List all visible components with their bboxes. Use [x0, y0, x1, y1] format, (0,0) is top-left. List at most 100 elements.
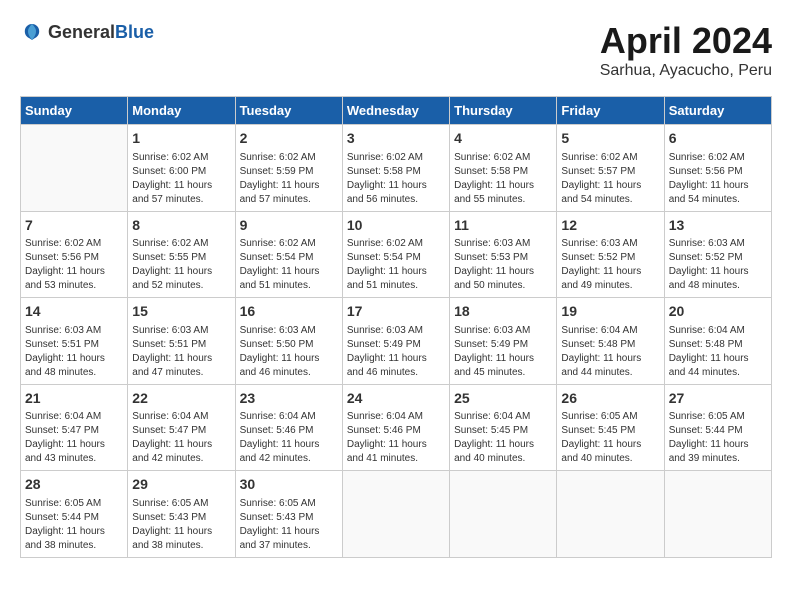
day-info: Sunrise: 6:03 AM Sunset: 5:52 PM Dayligh…	[561, 237, 659, 293]
title-block: April 2024 Sarhua, Ayacucho, Peru	[600, 20, 772, 80]
calendar-cell: 28Sunrise: 6:05 AM Sunset: 5:44 PM Dayli…	[21, 471, 128, 558]
day-number: 7	[25, 216, 123, 236]
weekday-header-tuesday: Tuesday	[235, 97, 342, 125]
day-number: 8	[132, 216, 230, 236]
day-info: Sunrise: 6:02 AM Sunset: 5:58 PM Dayligh…	[347, 151, 445, 207]
calendar-cell: 6Sunrise: 6:02 AM Sunset: 5:56 PM Daylig…	[664, 125, 771, 212]
day-info: Sunrise: 6:04 AM Sunset: 5:47 PM Dayligh…	[132, 410, 230, 466]
day-info: Sunrise: 6:02 AM Sunset: 5:56 PM Dayligh…	[25, 237, 123, 293]
day-info: Sunrise: 6:02 AM Sunset: 5:57 PM Dayligh…	[561, 151, 659, 207]
day-info: Sunrise: 6:04 AM Sunset: 5:48 PM Dayligh…	[669, 324, 767, 380]
calendar-cell: 21Sunrise: 6:04 AM Sunset: 5:47 PM Dayli…	[21, 384, 128, 471]
calendar-cell	[450, 471, 557, 558]
day-number: 2	[240, 129, 338, 149]
calendar-week-row: 21Sunrise: 6:04 AM Sunset: 5:47 PM Dayli…	[21, 384, 772, 471]
logo-blue: Blue	[115, 22, 154, 42]
day-number: 17	[347, 302, 445, 322]
calendar-cell: 2Sunrise: 6:02 AM Sunset: 5:59 PM Daylig…	[235, 125, 342, 212]
day-number: 1	[132, 129, 230, 149]
day-info: Sunrise: 6:02 AM Sunset: 5:59 PM Dayligh…	[240, 151, 338, 207]
weekday-header-friday: Friday	[557, 97, 664, 125]
day-info: Sunrise: 6:04 AM Sunset: 5:47 PM Dayligh…	[25, 410, 123, 466]
day-info: Sunrise: 6:05 AM Sunset: 5:44 PM Dayligh…	[25, 497, 123, 553]
day-number: 23	[240, 389, 338, 409]
logo-general: General	[48, 22, 115, 42]
day-number: 16	[240, 302, 338, 322]
calendar-cell: 30Sunrise: 6:05 AM Sunset: 5:43 PM Dayli…	[235, 471, 342, 558]
calendar-cell: 16Sunrise: 6:03 AM Sunset: 5:50 PM Dayli…	[235, 298, 342, 385]
calendar-cell	[664, 471, 771, 558]
day-info: Sunrise: 6:02 AM Sunset: 6:00 PM Dayligh…	[132, 151, 230, 207]
calendar-cell: 4Sunrise: 6:02 AM Sunset: 5:58 PM Daylig…	[450, 125, 557, 212]
day-info: Sunrise: 6:03 AM Sunset: 5:52 PM Dayligh…	[669, 237, 767, 293]
calendar-cell: 7Sunrise: 6:02 AM Sunset: 5:56 PM Daylig…	[21, 211, 128, 298]
day-info: Sunrise: 6:03 AM Sunset: 5:51 PM Dayligh…	[25, 324, 123, 380]
day-number: 12	[561, 216, 659, 236]
day-number: 26	[561, 389, 659, 409]
day-info: Sunrise: 6:02 AM Sunset: 5:58 PM Dayligh…	[454, 151, 552, 207]
day-number: 28	[25, 475, 123, 495]
logo-icon	[20, 20, 44, 44]
day-info: Sunrise: 6:03 AM Sunset: 5:50 PM Dayligh…	[240, 324, 338, 380]
day-info: Sunrise: 6:05 AM Sunset: 5:44 PM Dayligh…	[669, 410, 767, 466]
calendar-cell: 3Sunrise: 6:02 AM Sunset: 5:58 PM Daylig…	[342, 125, 449, 212]
calendar-cell: 1Sunrise: 6:02 AM Sunset: 6:00 PM Daylig…	[128, 125, 235, 212]
day-number: 22	[132, 389, 230, 409]
day-number: 30	[240, 475, 338, 495]
day-info: Sunrise: 6:03 AM Sunset: 5:49 PM Dayligh…	[347, 324, 445, 380]
day-info: Sunrise: 6:05 AM Sunset: 5:43 PM Dayligh…	[132, 497, 230, 553]
day-info: Sunrise: 6:02 AM Sunset: 5:56 PM Dayligh…	[669, 151, 767, 207]
day-number: 3	[347, 129, 445, 149]
calendar-cell: 5Sunrise: 6:02 AM Sunset: 5:57 PM Daylig…	[557, 125, 664, 212]
calendar-cell: 26Sunrise: 6:05 AM Sunset: 5:45 PM Dayli…	[557, 384, 664, 471]
calendar-cell: 27Sunrise: 6:05 AM Sunset: 5:44 PM Dayli…	[664, 384, 771, 471]
day-info: Sunrise: 6:05 AM Sunset: 5:43 PM Dayligh…	[240, 497, 338, 553]
calendar-cell	[557, 471, 664, 558]
day-number: 18	[454, 302, 552, 322]
calendar-cell: 15Sunrise: 6:03 AM Sunset: 5:51 PM Dayli…	[128, 298, 235, 385]
weekday-header-sunday: Sunday	[21, 97, 128, 125]
day-number: 15	[132, 302, 230, 322]
day-number: 21	[25, 389, 123, 409]
calendar-cell: 13Sunrise: 6:03 AM Sunset: 5:52 PM Dayli…	[664, 211, 771, 298]
logo-text: GeneralBlue	[48, 22, 154, 43]
day-number: 10	[347, 216, 445, 236]
day-number: 6	[669, 129, 767, 149]
calendar-cell: 11Sunrise: 6:03 AM Sunset: 5:53 PM Dayli…	[450, 211, 557, 298]
day-number: 9	[240, 216, 338, 236]
calendar-cell: 14Sunrise: 6:03 AM Sunset: 5:51 PM Dayli…	[21, 298, 128, 385]
calendar-week-row: 7Sunrise: 6:02 AM Sunset: 5:56 PM Daylig…	[21, 211, 772, 298]
day-info: Sunrise: 6:02 AM Sunset: 5:54 PM Dayligh…	[240, 237, 338, 293]
day-info: Sunrise: 6:03 AM Sunset: 5:51 PM Dayligh…	[132, 324, 230, 380]
day-number: 29	[132, 475, 230, 495]
day-number: 24	[347, 389, 445, 409]
calendar-week-row: 28Sunrise: 6:05 AM Sunset: 5:44 PM Dayli…	[21, 471, 772, 558]
calendar-cell: 10Sunrise: 6:02 AM Sunset: 5:54 PM Dayli…	[342, 211, 449, 298]
calendar-cell: 25Sunrise: 6:04 AM Sunset: 5:45 PM Dayli…	[450, 384, 557, 471]
day-info: Sunrise: 6:02 AM Sunset: 5:54 PM Dayligh…	[347, 237, 445, 293]
day-info: Sunrise: 6:04 AM Sunset: 5:46 PM Dayligh…	[240, 410, 338, 466]
weekday-header-wednesday: Wednesday	[342, 97, 449, 125]
weekday-header-monday: Monday	[128, 97, 235, 125]
day-number: 5	[561, 129, 659, 149]
month-title: April 2024	[600, 20, 772, 62]
calendar-cell: 9Sunrise: 6:02 AM Sunset: 5:54 PM Daylig…	[235, 211, 342, 298]
weekday-header-row: SundayMondayTuesdayWednesdayThursdayFrid…	[21, 97, 772, 125]
calendar-cell: 24Sunrise: 6:04 AM Sunset: 5:46 PM Dayli…	[342, 384, 449, 471]
calendar-table: SundayMondayTuesdayWednesdayThursdayFrid…	[20, 96, 772, 558]
day-info: Sunrise: 6:04 AM Sunset: 5:45 PM Dayligh…	[454, 410, 552, 466]
calendar-cell	[21, 125, 128, 212]
day-info: Sunrise: 6:05 AM Sunset: 5:45 PM Dayligh…	[561, 410, 659, 466]
weekday-header-saturday: Saturday	[664, 97, 771, 125]
weekday-header-thursday: Thursday	[450, 97, 557, 125]
day-info: Sunrise: 6:03 AM Sunset: 5:53 PM Dayligh…	[454, 237, 552, 293]
calendar-cell: 8Sunrise: 6:02 AM Sunset: 5:55 PM Daylig…	[128, 211, 235, 298]
page-header: GeneralBlue April 2024 Sarhua, Ayacucho,…	[20, 20, 772, 80]
calendar-cell: 20Sunrise: 6:04 AM Sunset: 5:48 PM Dayli…	[664, 298, 771, 385]
calendar-cell: 19Sunrise: 6:04 AM Sunset: 5:48 PM Dayli…	[557, 298, 664, 385]
calendar-cell: 17Sunrise: 6:03 AM Sunset: 5:49 PM Dayli…	[342, 298, 449, 385]
day-info: Sunrise: 6:04 AM Sunset: 5:46 PM Dayligh…	[347, 410, 445, 466]
calendar-week-row: 14Sunrise: 6:03 AM Sunset: 5:51 PM Dayli…	[21, 298, 772, 385]
calendar-week-row: 1Sunrise: 6:02 AM Sunset: 6:00 PM Daylig…	[21, 125, 772, 212]
day-number: 13	[669, 216, 767, 236]
